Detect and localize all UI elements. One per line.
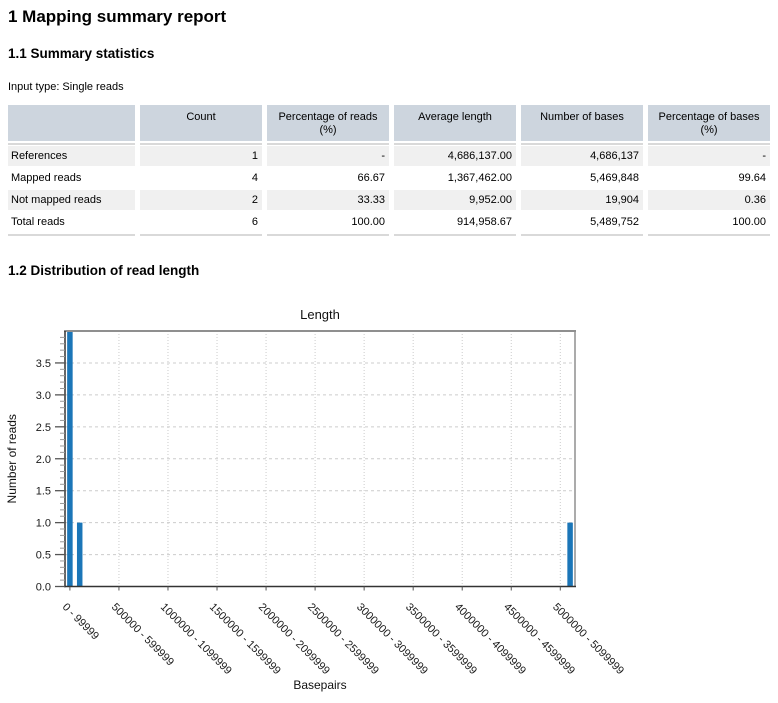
y-tick-label: 2.5 [36, 422, 51, 434]
y-tick-label: 0.5 [36, 550, 51, 562]
value-cell: 2 [140, 190, 262, 210]
y-tick-label: 2.0 [36, 454, 51, 466]
read-length-chart-area: 0.00.51.01.52.02.53.03.50 - 99999500000 … [0, 295, 778, 703]
value-cell: 4,686,137 [521, 146, 643, 166]
table-row: References1-4,686,137.004,686,137- [8, 146, 770, 166]
value-cell: 4,686,137.00 [394, 146, 516, 166]
histogram-bar [567, 523, 573, 587]
input-type-text: Input type: Single reads [8, 81, 778, 94]
value-cell: 99.64 [648, 168, 770, 188]
value-cell: 1 [140, 146, 262, 166]
divider-segment [648, 143, 770, 145]
summary-table: CountPercentage of reads (%)Average leng… [8, 105, 770, 236]
value-cell: 66.67 [267, 168, 389, 188]
divider-segment [140, 234, 262, 236]
y-axis-title: Number of reads [5, 414, 19, 503]
histogram-bar [67, 331, 73, 587]
divider-segment [648, 234, 770, 236]
divider-segment [521, 234, 643, 236]
row-label-cell: Total reads [8, 212, 135, 232]
value-cell: 100.00 [648, 212, 770, 232]
value-cell: 0.36 [648, 190, 770, 210]
value-cell: 914,958.67 [394, 212, 516, 232]
row-label-cell: Mapped reads [8, 168, 135, 188]
value-cell: 5,489,752 [521, 212, 643, 232]
y-tick-label: 3.0 [36, 390, 51, 402]
table-header-cell: Percentage of reads (%) [267, 105, 389, 141]
value-cell: 9,952.00 [394, 190, 516, 210]
table-header-cell: Average length [394, 105, 516, 141]
row-label-cell: Not mapped reads [8, 190, 135, 210]
value-cell: 19,904 [521, 190, 643, 210]
divider-segment [267, 234, 389, 236]
y-tick-label: 3.5 [36, 358, 51, 370]
row-label-cell: References [8, 146, 135, 166]
y-tick-label: 0.0 [36, 582, 51, 594]
table-row: Total reads6100.00914,958.675,489,752100… [8, 212, 770, 232]
section-title-read-length: 1.2 Distribution of read length [8, 263, 778, 278]
table-divider [8, 143, 770, 145]
divider-segment [521, 143, 643, 145]
value-cell: 33.33 [267, 190, 389, 210]
x-tick-label: 0 - 99999 [60, 601, 101, 642]
y-tick-label: 1.5 [36, 486, 51, 498]
value-cell: 6 [140, 212, 262, 232]
value-cell: 100.00 [267, 212, 389, 232]
table-header-row: CountPercentage of reads (%)Average leng… [8, 105, 770, 141]
table-header-cell: Percentage of bases (%) [648, 105, 770, 141]
value-cell: 4 [140, 168, 262, 188]
divider-segment [8, 234, 135, 236]
divider-segment [394, 143, 516, 145]
divider-segment [267, 143, 389, 145]
report-title: 1 Mapping summary report [8, 7, 778, 27]
value-cell: - [267, 146, 389, 166]
value-cell: 5,469,848 [521, 168, 643, 188]
y-tick-label: 1.0 [36, 518, 51, 530]
table-divider [8, 234, 770, 236]
table-row: Mapped reads466.671,367,462.005,469,8489… [8, 168, 770, 188]
divider-segment [140, 143, 262, 145]
table-header-cell [8, 105, 135, 141]
table-header-cell: Number of bases [521, 105, 643, 141]
divider-segment [394, 234, 516, 236]
histogram-bar [77, 523, 83, 587]
read-length-histogram: 0.00.51.01.52.02.53.03.50 - 99999500000 … [0, 295, 778, 703]
value-cell: 1,367,462.00 [394, 168, 516, 188]
divider-segment [8, 143, 135, 145]
chart-title: Length [300, 307, 340, 322]
report-page: 1 Mapping summary report 1.1 Summary sta… [0, 0, 778, 703]
table-row: Not mapped reads233.339,952.0019,9040.36 [8, 190, 770, 210]
table-header-cell: Count [140, 105, 262, 141]
value-cell: - [648, 146, 770, 166]
section-title-summary-statistics: 1.1 Summary statistics [8, 46, 778, 61]
x-axis-title: Basepairs [293, 678, 346, 692]
